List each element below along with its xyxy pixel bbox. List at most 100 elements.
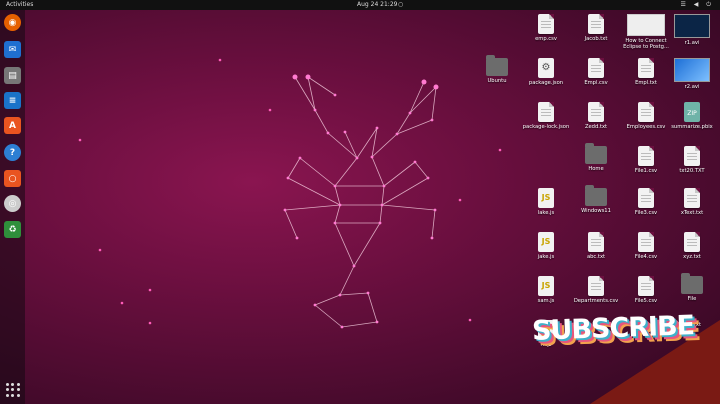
constellation-star xyxy=(395,132,399,136)
desktop-icon-label: jake.js xyxy=(537,254,555,260)
constellation-star xyxy=(430,118,434,122)
constellation-star xyxy=(421,79,427,85)
constellation-star xyxy=(338,293,342,297)
text-file-icon xyxy=(588,102,604,122)
desktop-icon-jacob-txt[interactable]: Jacob.txt xyxy=(568,14,624,42)
text-file-icon xyxy=(638,232,654,252)
desktop-icon-abc-txt[interactable]: abc.txt xyxy=(568,232,624,260)
constellation-star xyxy=(338,203,342,207)
constellation-star xyxy=(408,111,412,115)
background-star xyxy=(458,198,462,202)
javascript-file-icon: JS xyxy=(538,276,554,296)
constellation-line xyxy=(353,222,381,267)
constellation-line xyxy=(284,209,298,239)
constellation-star xyxy=(292,74,298,80)
desktop-icon-emp-csv[interactable]: emp.csv xyxy=(518,14,574,42)
constellation-line xyxy=(339,292,369,296)
javascript-file-icon: JS xyxy=(538,232,554,252)
constellation-line xyxy=(381,204,436,211)
desktop-icon-label: Zedd.txt xyxy=(584,124,608,130)
constellation-star xyxy=(352,264,356,268)
desktop-icon-sam-js[interactable]: JS sam.js xyxy=(518,276,574,304)
constellation-line xyxy=(299,157,336,187)
constellation-line xyxy=(307,76,336,96)
folder-icon xyxy=(585,185,607,206)
desktop-icon-label: sam.js xyxy=(537,298,555,304)
desktop-icon-xtext-txt[interactable]: xText.txt xyxy=(664,188,720,216)
text-file-icon xyxy=(684,188,700,208)
background-star xyxy=(148,288,152,292)
constellation-star xyxy=(305,74,311,80)
background-star xyxy=(268,108,272,112)
text-file-icon xyxy=(684,232,700,252)
text-file-icon xyxy=(638,58,654,78)
text-file-icon xyxy=(538,102,554,122)
desktop-icon-label: Jacob.txt xyxy=(584,36,608,42)
desktop-icon-label: Empl.csv xyxy=(584,80,608,86)
desktop-icon-label: lake.js xyxy=(537,210,555,216)
desktop-icon-label: Home xyxy=(588,166,604,172)
constellation-star xyxy=(326,131,330,135)
text-file-icon xyxy=(588,276,604,296)
desktop-icon-file[interactable]: File xyxy=(664,273,720,302)
constellation-line xyxy=(287,177,341,206)
desktop-icon-jake-js[interactable]: JS jake.js xyxy=(518,232,574,260)
desktop-icon-label: Windows11 xyxy=(581,208,611,214)
constellation-star xyxy=(286,176,290,180)
desktop-icon-lake-js[interactable]: JS lake.js xyxy=(518,188,574,216)
background-star xyxy=(78,138,82,142)
constellation-line xyxy=(344,131,358,159)
desktop-icon-label: summarize.pbix xyxy=(671,124,713,130)
desktop-icon-label: txt20.TXT xyxy=(679,168,705,174)
constellation-star xyxy=(333,221,337,225)
desktop-icon-label: Departments.csv xyxy=(573,298,619,304)
constellation-line xyxy=(409,81,425,114)
text-file-icon xyxy=(684,146,700,166)
constellation-star xyxy=(382,184,386,188)
desktop-icon-label: r2.avi xyxy=(684,84,700,90)
constellation-star xyxy=(375,126,379,130)
desktop-icon-r2-avi[interactable]: r2.avi xyxy=(664,58,720,90)
desktop-icon-departments-csv[interactable]: Departments.csv xyxy=(568,276,624,304)
show-apps-icon[interactable] xyxy=(6,383,20,397)
desktop-icon-r1-avi[interactable]: r1.avi xyxy=(664,14,720,46)
desktop-icon-zedd-txt[interactable]: Zedd.txt xyxy=(568,102,624,130)
text-file-icon xyxy=(638,146,654,166)
constellation-star xyxy=(413,160,417,164)
constellation-star xyxy=(298,156,302,160)
desktop-icon-empl-csv[interactable]: Empl.csv xyxy=(568,58,624,86)
background-star xyxy=(98,248,102,252)
text-file-icon xyxy=(588,14,604,34)
desktop-icon-windows11[interactable]: Windows11 xyxy=(568,185,624,214)
desktop-icon-xyz-txt[interactable]: xyz.txt xyxy=(664,232,720,260)
desktop-icon-package-json[interactable]: ⚙ package.json xyxy=(518,58,574,86)
constellation-star xyxy=(366,291,370,295)
package-file-icon: ⚙ xyxy=(538,58,554,78)
constellation-star xyxy=(340,325,344,329)
document-thumbnail-icon xyxy=(627,14,665,36)
desktop-icon-label: xyz.txt xyxy=(683,254,701,260)
constellation-star xyxy=(375,320,379,324)
constellation-star xyxy=(313,303,317,307)
text-file-icon xyxy=(638,276,654,296)
constellation-star xyxy=(313,108,317,112)
desktop-icon-package-lock-json[interactable]: package-lock.json xyxy=(518,102,574,130)
desktop-icon-ubuntu[interactable]: Ubuntu xyxy=(469,55,525,84)
zip-file-icon: ZIP xyxy=(684,102,700,122)
constellation-star xyxy=(433,208,437,212)
desktop-icon-txt20-txt[interactable]: txt20.TXT xyxy=(664,146,720,174)
constellation-star xyxy=(433,84,439,90)
desktop-icon-home[interactable]: Home xyxy=(568,143,624,172)
background-star xyxy=(120,301,124,305)
text-file-icon xyxy=(538,14,554,34)
constellation-line xyxy=(383,161,416,187)
constellation-line xyxy=(396,112,411,135)
constellation-line xyxy=(314,304,343,328)
constellation-star xyxy=(295,236,299,240)
desktop-icon-summarize-pbix[interactable]: ZIP summarize.pbix xyxy=(664,102,720,130)
background-star xyxy=(468,318,472,322)
constellation-star xyxy=(333,93,337,97)
constellation-line xyxy=(356,127,378,159)
folder-icon xyxy=(681,273,703,294)
constellation-line xyxy=(381,185,385,206)
